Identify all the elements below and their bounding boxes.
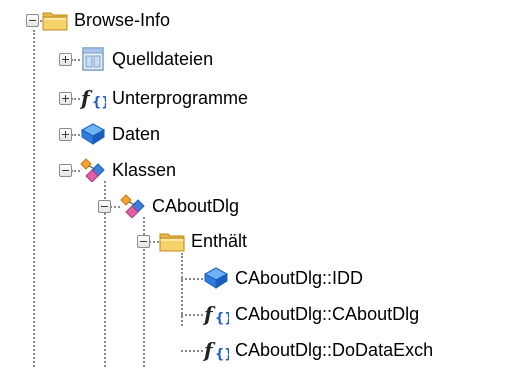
function-icon: f {} xyxy=(203,302,229,326)
tree-item-browse-info[interactable]: Browse-Info xyxy=(42,6,170,34)
tree-guide-line xyxy=(71,170,80,172)
collapse-toggle-klassen[interactable] xyxy=(59,164,72,177)
expand-toggle-unterprogramme[interactable] xyxy=(59,92,72,105)
function-icon: f {} xyxy=(80,86,106,110)
tree-item-unterprogramme[interactable]: f {} Unterprogramme xyxy=(80,84,248,112)
tree-item-member-dodataexchange[interactable]: f {} CAboutDlg::DoDataExch xyxy=(203,336,433,364)
tree-item-label: CAboutDlg::IDD xyxy=(235,267,364,288)
tree-item-label: Unterprogramme xyxy=(112,87,249,108)
tree-item-daten[interactable]: Daten xyxy=(80,120,160,148)
tree-guide-line xyxy=(181,314,203,316)
tree-item-enthaelt[interactable]: Enthält xyxy=(159,227,247,255)
tree-guide-line xyxy=(110,206,120,208)
browse-info-tree: Browse-Info Quelldateien f {} Unterprogr… xyxy=(0,0,515,367)
tree-guide-line xyxy=(149,241,159,243)
tree-item-label: CAboutDlg xyxy=(152,195,240,216)
folder-icon xyxy=(42,8,68,32)
class-icon xyxy=(80,158,106,182)
tree-item-label: Enthält xyxy=(191,230,248,251)
tree-guide-line xyxy=(181,350,203,352)
tree-guide-line xyxy=(71,59,80,61)
tree-item-label: CAboutDlg::DoDataExch xyxy=(235,339,434,360)
tree-guide-line xyxy=(71,134,80,136)
collapse-toggle-enthaelt[interactable] xyxy=(137,235,150,248)
data-icon xyxy=(203,266,229,290)
expand-toggle-daten[interactable] xyxy=(59,128,72,141)
tree-item-label: Browse-Info xyxy=(74,9,171,30)
expand-toggle-quelldateien[interactable] xyxy=(59,53,72,66)
data-icon xyxy=(80,122,106,146)
tree-item-label: Klassen xyxy=(112,159,177,180)
collapse-toggle-caboutdlg[interactable] xyxy=(98,200,111,213)
svg-text:{}: {} xyxy=(215,311,229,326)
tree-item-caboutdlg[interactable]: CAboutDlg xyxy=(120,192,239,220)
class-icon xyxy=(120,194,146,218)
svg-text:{}: {} xyxy=(92,95,106,110)
tree-item-member-idd[interactable]: CAboutDlg::IDD xyxy=(203,264,363,292)
tree-item-label: Daten xyxy=(112,123,161,144)
tree-item-label: Quelldateien xyxy=(112,48,214,69)
tree-item-quelldateien[interactable]: Quelldateien xyxy=(80,45,213,73)
tree-item-member-constructor[interactable]: f {} CAboutDlg::CAboutDlg xyxy=(203,300,419,328)
tree-item-label: CAboutDlg::CAboutDlg xyxy=(235,303,420,324)
tree-guide-line xyxy=(181,278,203,280)
function-icon: f {} xyxy=(203,338,229,362)
tree-guide-line xyxy=(71,98,80,100)
svg-text:{}: {} xyxy=(215,347,229,362)
folder-icon xyxy=(159,229,185,253)
tree-item-klassen[interactable]: Klassen xyxy=(80,156,176,184)
source-files-icon xyxy=(80,47,106,71)
tree-guide-line xyxy=(33,30,35,367)
collapse-toggle-browse-info[interactable] xyxy=(26,14,39,27)
